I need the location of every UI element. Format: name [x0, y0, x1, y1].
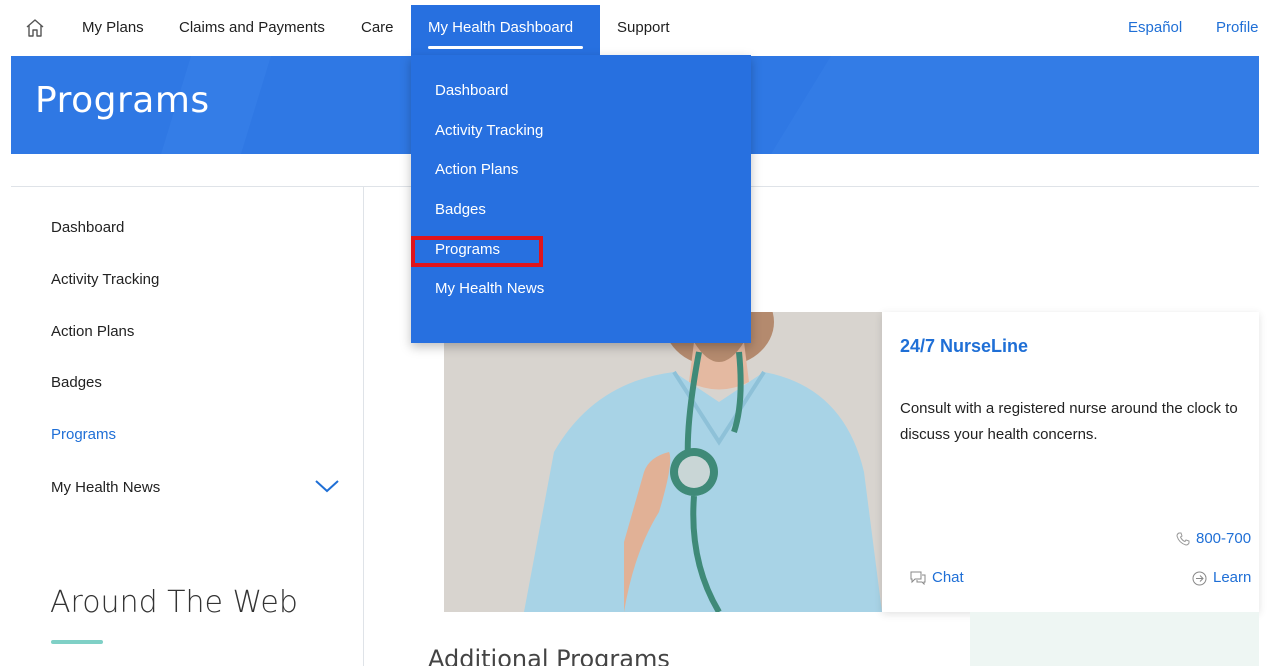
nav-my-plans[interactable]: My Plans — [82, 19, 144, 36]
chat-icon — [910, 571, 926, 586]
nav-my-health-dashboard[interactable]: My Health Dashboard — [411, 5, 600, 55]
sidebar-item-activity-tracking[interactable]: Activity Tracking — [51, 271, 159, 288]
learn-more-link[interactable]: Learn — [1192, 569, 1251, 586]
dropdown-item-action-plans[interactable]: Action Plans — [435, 161, 518, 178]
sidebar-divider — [363, 186, 364, 666]
nurse-photo — [444, 312, 882, 612]
dropdown-item-activity-tracking[interactable]: Activity Tracking — [435, 122, 543, 139]
around-the-web-heading: Around The Web — [50, 585, 298, 620]
active-underline — [428, 46, 583, 49]
heading-accent-bar — [51, 640, 103, 644]
card-description: Consult with a registered nurse around t… — [900, 400, 1238, 443]
nav-care[interactable]: Care — [361, 19, 394, 36]
sidebar-item-dashboard[interactable]: Dashboard — [51, 219, 124, 236]
nav-my-health-dashboard-label: My Health Dashboard — [428, 19, 574, 36]
sidebar-item-programs[interactable]: Programs — [51, 426, 116, 443]
sidebar-item-my-health-news[interactable]: My Health News — [51, 479, 160, 496]
arrow-circle-icon — [1192, 571, 1207, 586]
dropdown-item-dashboard[interactable]: Dashboard — [435, 82, 508, 99]
phone-icon — [1176, 532, 1190, 546]
nav-claims-and-payments[interactable]: Claims and Payments — [179, 19, 325, 36]
highlight-box — [411, 236, 543, 267]
chevron-down-icon[interactable] — [314, 478, 340, 494]
sidebar-item-action-plans[interactable]: Action Plans — [51, 323, 134, 340]
nav-support[interactable]: Support — [617, 19, 670, 36]
background-shape — [970, 612, 1259, 666]
dropdown-item-my-health-news[interactable]: My Health News — [435, 280, 544, 297]
profile-link[interactable]: Profile — [1216, 19, 1259, 36]
language-link[interactable]: Español — [1128, 19, 1182, 36]
page-title: Programs — [35, 80, 210, 121]
nurseline-card: 24/7 NurseLine Consult with a registered… — [882, 312, 1259, 612]
card-title[interactable]: 24/7 NurseLine — [900, 336, 1028, 357]
chat-link[interactable]: Chat — [910, 569, 964, 586]
top-navigation: My Plans Claims and Payments Care My Hea… — [0, 0, 1270, 56]
dropdown-item-badges[interactable]: Badges — [435, 201, 486, 218]
additional-programs-heading: Additional Programs — [428, 645, 670, 666]
sidebar-item-badges[interactable]: Badges — [51, 374, 102, 391]
home-icon[interactable] — [24, 17, 46, 39]
phone-number: 800-700 — [1196, 530, 1252, 547]
chat-label: Chat — [932, 569, 964, 586]
my-health-dashboard-dropdown: Dashboard Activity Tracking Action Plans… — [411, 55, 751, 343]
phone-link[interactable]: 800-700 — [1176, 530, 1251, 547]
learn-label: Learn — [1213, 569, 1252, 586]
